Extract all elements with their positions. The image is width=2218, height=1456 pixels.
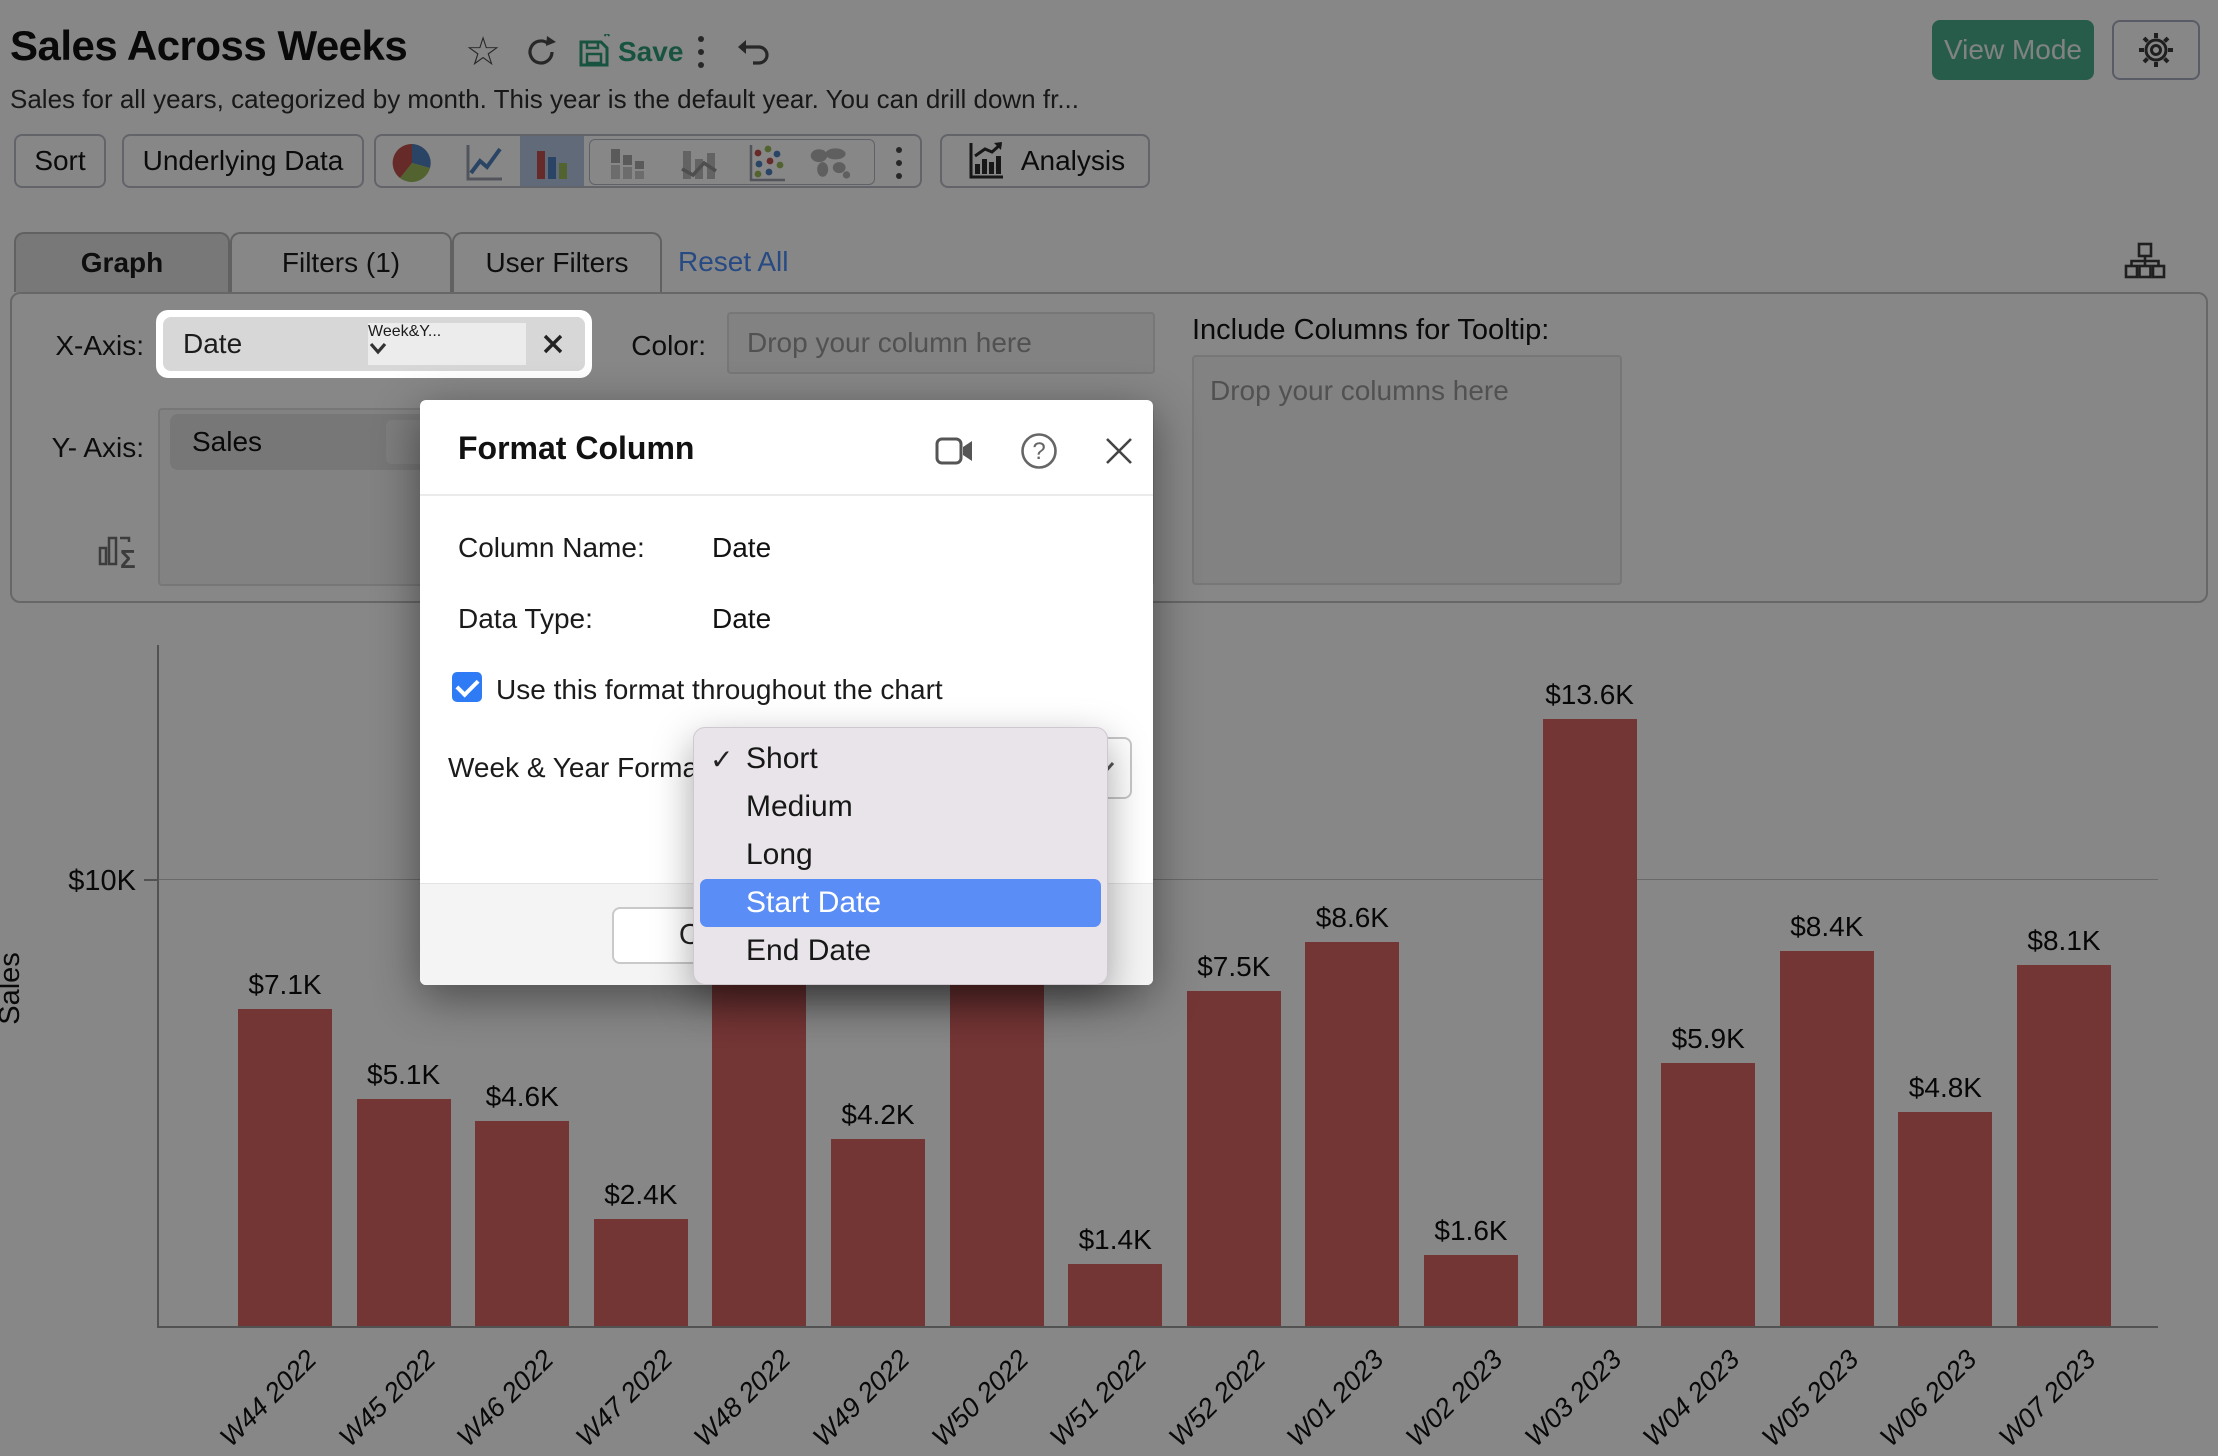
svg-text:?: ? — [1032, 438, 1045, 465]
dropdown-option-start-date[interactable]: Start Date — [700, 879, 1101, 927]
x-axis-format-label: Week&Y... — [368, 323, 441, 340]
x-axis-format-pill[interactable]: Week&Y... — [368, 323, 526, 365]
column-name-label: Column Name: — [458, 532, 645, 564]
check-icon: ✓ — [710, 743, 733, 776]
week-year-format-label: Week & Year Format: — [448, 752, 714, 784]
dialog-header-divider — [420, 494, 1153, 496]
dropdown-option-medium[interactable]: Medium — [694, 783, 1107, 831]
help-icon[interactable]: ? — [1020, 432, 1058, 470]
column-name-value: Date — [712, 532, 771, 564]
dropdown-option-long[interactable]: Long — [694, 831, 1107, 879]
data-type-value: Date — [712, 603, 771, 635]
x-axis-field-spotlight: Date Week&Y... — [156, 310, 592, 378]
x-axis-field-chip[interactable]: Date Week&Y... — [163, 317, 585, 371]
video-icon[interactable] — [935, 435, 975, 467]
close-icon[interactable] — [1102, 434, 1136, 468]
dialog-title: Format Column — [458, 430, 694, 467]
use-format-checkbox[interactable] — [452, 672, 482, 702]
chevron-down-icon — [368, 341, 388, 355]
data-type-label: Data Type: — [458, 603, 593, 635]
app-window: Sales Across Weeks Sales for all years, … — [0, 0, 2218, 1456]
x-axis-field-name: Date — [163, 328, 242, 360]
format-options-dropdown: ✓ Short Medium Long Start Date End Date — [693, 727, 1108, 985]
dropdown-option-short[interactable]: ✓ Short — [694, 735, 1107, 783]
dropdown-option-end-date[interactable]: End Date — [694, 927, 1107, 975]
use-format-checkbox-label: Use this format throughout the chart — [496, 674, 943, 706]
remove-x-axis-field-icon[interactable] — [540, 331, 566, 357]
